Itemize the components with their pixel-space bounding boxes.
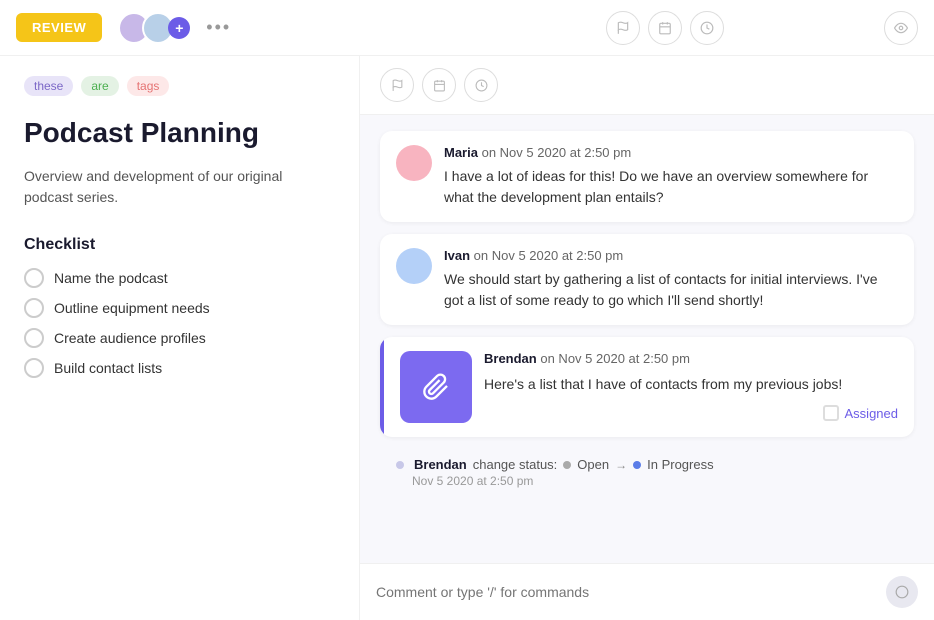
comment-card-maria: Maria on Nov 5 2020 at 2:50 pm I have a … [380, 131, 914, 222]
comments-area: Maria on Nov 5 2020 at 2:50 pm I have a … [360, 115, 934, 563]
comment-text-maria: I have a lot of ideas for this! Do we ha… [444, 166, 898, 208]
comment-body-maria: Maria on Nov 5 2020 at 2:50 pm I have a … [444, 145, 898, 208]
status-to: In Progress [647, 457, 713, 472]
status-bullet [396, 461, 404, 469]
status-action: change status: [473, 457, 558, 472]
checklist-label-3: Build contact lists [54, 360, 162, 376]
checklist-item-0: Name the podcast [24, 268, 335, 288]
tag-tags[interactable]: tags [127, 76, 170, 96]
left-panel: these are tags Podcast Planning Overview… [0, 56, 360, 620]
checklist-checkbox-3[interactable] [24, 358, 44, 378]
right-panel: Maria on Nov 5 2020 at 2:50 pm I have a … [360, 56, 934, 620]
checklist-title: Checklist [24, 236, 335, 254]
main-content: these are tags Podcast Planning Overview… [0, 56, 934, 620]
eye-icon-button[interactable] [884, 11, 918, 45]
brendan-text: Here's a list that I have of contacts fr… [484, 374, 898, 395]
status-from: Open [577, 457, 609, 472]
checklist-label-2: Create audience profiles [54, 330, 206, 346]
checklist-checkbox-1[interactable] [24, 298, 44, 318]
panel-calendar-button[interactable] [422, 68, 456, 102]
comment-meta-ivan: Ivan on Nov 5 2020 at 2:50 pm [444, 248, 898, 263]
comment-body-ivan: Ivan on Nov 5 2020 at 2:50 pm We should … [444, 248, 898, 311]
comment-text-ivan: We should start by gathering a list of c… [444, 269, 898, 311]
more-options-button[interactable]: ••• [206, 17, 231, 38]
comment-meta-maria: Maria on Nov 5 2020 at 2:50 pm [444, 145, 898, 160]
page-title: Podcast Planning [24, 116, 335, 150]
app-header: REVIEW + ••• [0, 0, 934, 56]
status-change: Brendan change status: Open → In Progres… [380, 449, 914, 496]
checklist: Name the podcast Outline equipment needs… [24, 268, 335, 378]
clock-icon-button[interactable] [690, 11, 724, 45]
checklist-item-2: Create audience profiles [24, 328, 335, 348]
status-arrow-icon: → [615, 458, 627, 472]
status-time: Nov 5 2020 at 2:50 pm [396, 474, 914, 488]
tag-these[interactable]: these [24, 76, 73, 96]
avatar-ivan [396, 248, 432, 284]
checklist-item-1: Outline equipment needs [24, 298, 335, 318]
status-author: Brendan [414, 457, 467, 472]
checklist-checkbox-2[interactable] [24, 328, 44, 348]
brendan-meta: Brendan on Nov 5 2020 at 2:50 pm [484, 351, 898, 366]
checklist-label-0: Name the podcast [54, 270, 168, 286]
panel-clock-button[interactable] [464, 68, 498, 102]
assigned-checkbox[interactable] [823, 405, 839, 421]
brendan-card-inner: Brendan on Nov 5 2020 at 2:50 pm Here's … [384, 337, 914, 437]
avatar-maria [396, 145, 432, 181]
tags-row: these are tags [24, 76, 335, 96]
comment-card-brendan: Brendan on Nov 5 2020 at 2:50 pm Here's … [380, 337, 914, 437]
panel-flag-button[interactable] [380, 68, 414, 102]
inprogress-status-dot [633, 461, 641, 469]
status-change-row: Brendan change status: Open → In Progres… [396, 457, 914, 472]
header-icons [606, 11, 724, 45]
flag-icon-button[interactable] [606, 11, 640, 45]
panel-header [360, 56, 934, 115]
avatar-group: + [118, 12, 190, 44]
comment-input-row [360, 563, 934, 620]
checklist-label-1: Outline equipment needs [54, 300, 210, 316]
calendar-icon-button[interactable] [648, 11, 682, 45]
send-button[interactable] [886, 576, 918, 608]
brendan-footer: Assigned [484, 405, 898, 421]
page-description: Overview and development of our original… [24, 166, 335, 208]
comment-card-ivan: Ivan on Nov 5 2020 at 2:50 pm We should … [380, 234, 914, 325]
assigned-label: Assigned [845, 406, 898, 421]
checklist-checkbox-0[interactable] [24, 268, 44, 288]
attachment-thumbnail [400, 351, 472, 423]
tag-are[interactable]: are [81, 76, 118, 96]
add-member-button[interactable]: + [168, 17, 190, 39]
comment-input[interactable] [376, 584, 876, 600]
open-status-dot [563, 461, 571, 469]
brendan-card-content: Brendan on Nov 5 2020 at 2:50 pm Here's … [484, 351, 898, 423]
review-button[interactable]: REVIEW [16, 13, 102, 42]
checklist-item-3: Build contact lists [24, 358, 335, 378]
